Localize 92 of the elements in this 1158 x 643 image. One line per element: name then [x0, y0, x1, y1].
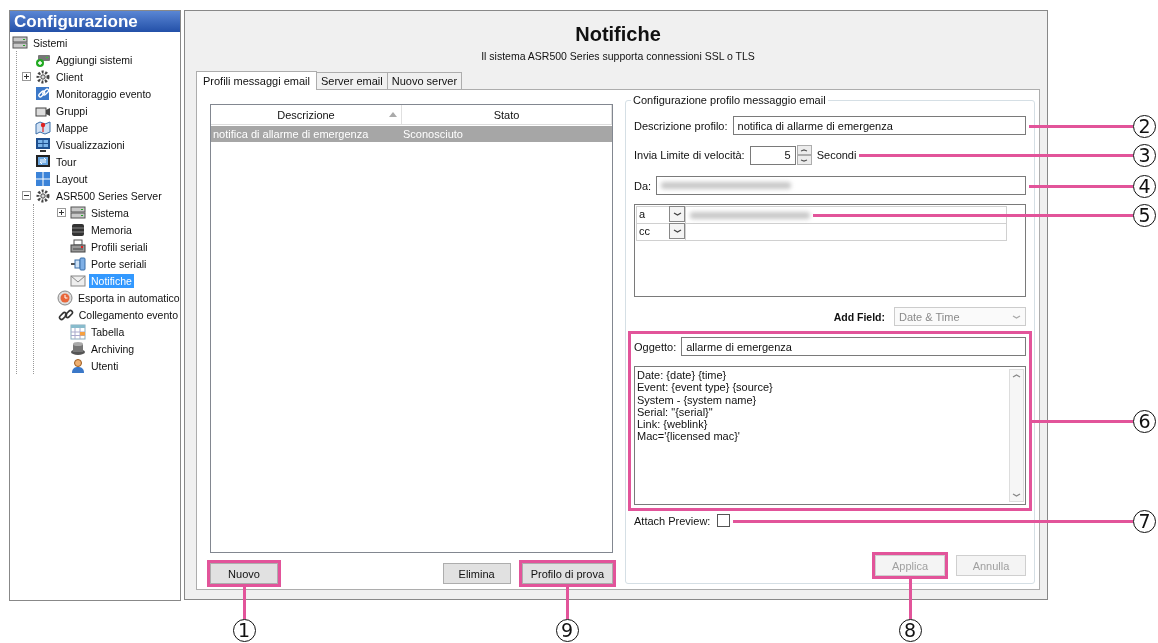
- tree-item[interactable]: Mappe: [54, 120, 91, 135]
- chevron-down-icon: [1012, 492, 1021, 498]
- table-icon: [70, 323, 86, 340]
- callout-number: 4: [1133, 174, 1156, 198]
- plug-icon: [70, 255, 86, 272]
- attach-preview-checkbox[interactable]: [717, 514, 731, 527]
- map-icon: [35, 119, 51, 136]
- chevron-up-icon: [800, 147, 809, 153]
- tree-item[interactable]: Archiving: [89, 341, 137, 356]
- recipient-type-cell-text: a: [638, 207, 647, 222]
- link-icon: [35, 85, 51, 102]
- envelope-icon: [70, 272, 86, 289]
- tree-item[interactable]: Sistema: [89, 205, 131, 220]
- leader-line: [243, 587, 246, 619]
- button[interactable]: Profilo di prova: [521, 563, 613, 584]
- table-cell-text: notifica di allarme di emergenza: [212, 127, 370, 142]
- tree-item[interactable]: Porte seriali: [89, 256, 149, 271]
- message-body-text: Date: {date} {time} Event: {event type} {source} System - {system name} Serial: "{serial}" Link: {weblink} Mac='{licensed mac}': [636, 368, 774, 445]
- tree-item[interactable]: Client: [54, 69, 85, 84]
- callout-number: 8: [898, 619, 922, 642]
- group-title: Configurazione profilo messaggio email: [631, 94, 828, 106]
- field-label: Add Field:: [833, 310, 885, 323]
- callout-number: 2: [1133, 114, 1156, 138]
- monitor-icon: [35, 153, 51, 170]
- unit-label: Secondi: [816, 149, 857, 161]
- spin-up-button[interactable]: [796, 145, 812, 155]
- button[interactable]: Nuovo: [210, 563, 278, 584]
- tree-item[interactable]: Layout: [54, 171, 90, 186]
- column-header[interactable]: Descrizione: [277, 108, 335, 121]
- tree-item[interactable]: Collegamento evento: [76, 307, 180, 322]
- chevron-down-icon: [672, 228, 682, 234]
- callout-number: 5: [1133, 203, 1156, 227]
- tree-item[interactable]: Tabella: [89, 324, 127, 339]
- page-title: Notifiche: [574, 22, 662, 46]
- tree-item[interactable]: Profili seriali: [89, 239, 150, 254]
- chevron-down-icon: [672, 211, 682, 217]
- tree-item[interactable]: Esporta in automatico: [76, 290, 182, 305]
- callout-number: 1: [232, 619, 256, 642]
- clock-icon: [57, 289, 73, 306]
- chevron-down-icon: [1012, 313, 1021, 320]
- tree-item[interactable]: Monitoraggio evento: [54, 86, 154, 101]
- field-label: Descrizione profilo:: [634, 119, 728, 132]
- profile-description-field[interactable]: notifica di allarme di emergenza: [732, 116, 1026, 135]
- leader-line: [566, 587, 569, 619]
- tree-item[interactable]: Gruppi: [54, 103, 90, 118]
- from-field[interactable]: [656, 176, 1026, 195]
- callout-number: 3: [1133, 143, 1156, 167]
- tree-item[interactable]: ASR500 Series Server: [54, 188, 164, 203]
- collapse-icon[interactable]: [22, 191, 31, 200]
- page-subtitle: Il sistema ASR500 Series supporta connessioni SSL o TLS: [480, 50, 756, 62]
- database-icon: [70, 340, 86, 357]
- tree-item[interactable]: Aggiungi sistemi: [54, 52, 135, 67]
- field-label: Invia Limite di velocità:: [634, 149, 745, 161]
- field-label: Attach Preview:: [634, 514, 711, 527]
- scrollbar[interactable]: [1009, 369, 1024, 502]
- button[interactable]: Elimina: [442, 563, 511, 584]
- tree-item[interactable]: Memoria: [89, 222, 134, 237]
- recipient-type-cell-text: cc: [638, 224, 651, 239]
- sidebar-title: Configurazione: [10, 11, 180, 32]
- chevron-up-icon: [1012, 373, 1021, 379]
- gear-icon: [35, 68, 51, 85]
- printer-icon: [70, 238, 86, 255]
- server-icon: [70, 204, 86, 221]
- database-icon: [70, 221, 86, 238]
- gear-icon: [35, 187, 51, 204]
- leader-line: [909, 579, 912, 619]
- table-cell-text: Sconosciuto: [402, 127, 464, 142]
- rate-limit-field[interactable]: 5: [749, 145, 796, 165]
- person-icon: [70, 357, 86, 374]
- chevron-down-icon: [800, 157, 809, 163]
- tree-item[interactable]: Visualizzazioni: [54, 137, 127, 152]
- server-icon: [12, 34, 28, 51]
- grid-icon: [35, 170, 51, 187]
- dropdown-button[interactable]: [669, 206, 685, 222]
- tree-item[interactable]: Sistemi: [31, 35, 70, 50]
- column-header[interactable]: Stato: [493, 108, 520, 121]
- message-body-field[interactable]: Date: {date} {time} Event: {event type} {source} System - {system name} Serial: "{serial}" Link: {weblink} Mac='{licensed mac}': [634, 366, 1026, 505]
- field-label: Da:: [634, 179, 652, 192]
- callout-number: 7: [1133, 509, 1156, 533]
- tab[interactable]: Profili messaggi email: [196, 71, 317, 90]
- tab[interactable]: Nuovo server: [386, 72, 463, 89]
- tree-item[interactable]: Utenti: [89, 358, 121, 373]
- expand-icon[interactable]: [22, 72, 31, 81]
- monitor-icon: [35, 136, 51, 153]
- callout-number: 9: [555, 619, 579, 642]
- field-label: Oggetto:: [634, 340, 677, 353]
- callout-number: 6: [1133, 409, 1156, 433]
- dropdown-button[interactable]: [669, 223, 685, 239]
- tree-item[interactable]: Tour: [54, 154, 79, 169]
- expand-icon[interactable]: [57, 208, 66, 217]
- subject-field[interactable]: allarme di emergenza: [681, 337, 1026, 356]
- spin-down-button[interactable]: [796, 155, 812, 165]
